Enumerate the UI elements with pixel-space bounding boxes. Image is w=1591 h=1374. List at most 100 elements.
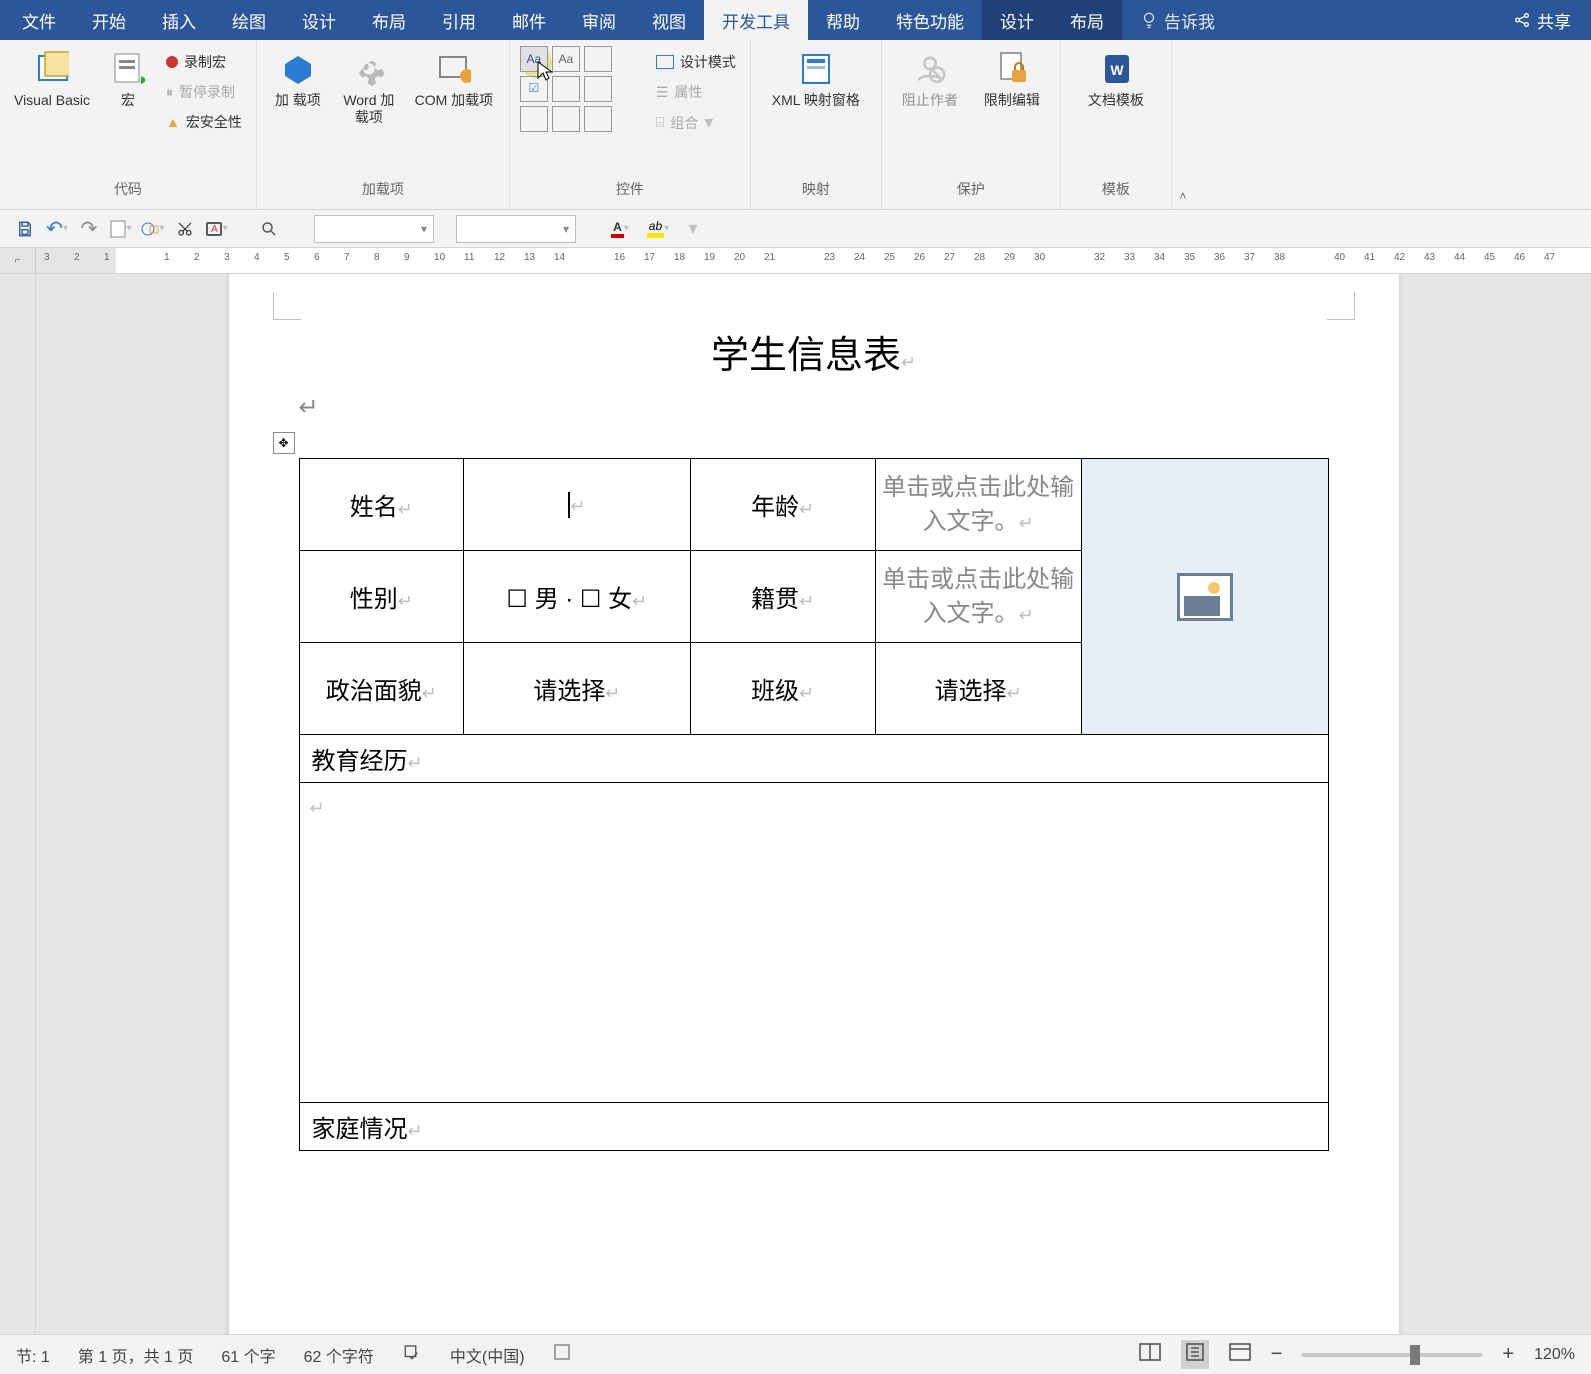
picture-content-control[interactable] [1082, 467, 1328, 727]
combo-control-icon[interactable] [552, 76, 580, 102]
xml-mapping-button[interactable]: XML 映射窗格 [761, 46, 871, 115]
tab-special[interactable]: 特色功能 [878, 0, 982, 40]
table-move-handle[interactable]: ✥ [273, 432, 295, 454]
qat-find-button[interactable] [256, 216, 282, 242]
zoom-level[interactable]: 120% [1534, 1346, 1575, 1364]
tab-home[interactable]: 开始 [74, 0, 144, 40]
qat-new-button[interactable]: ▾ [108, 216, 134, 242]
qat-textbox-button[interactable]: A▾ [204, 216, 230, 242]
qat-more-button[interactable]: ▾ [680, 216, 706, 242]
picture-control-icon[interactable] [584, 46, 612, 72]
highlight-button[interactable]: ab▾ [642, 217, 674, 241]
tab-table-layout[interactable]: 布局 [1052, 0, 1122, 40]
age-placeholder[interactable]: 单击或点击此处输入文字。↵ [876, 471, 1081, 538]
print-layout-button[interactable] [1181, 1340, 1209, 1369]
table-row: 家庭情况↵ [299, 1103, 1328, 1151]
document-scroll[interactable]: 学生信息表↵ ↵ ✥ 姓名↵ ↵ 年龄↵ 单击或点击此处输入文字。↵ [36, 274, 1591, 1334]
tab-layout[interactable]: 布局 [354, 0, 424, 40]
redo-button[interactable]: ↷ [76, 216, 102, 242]
properties-button: ☰属性 [652, 80, 740, 104]
group-icon: ⌸ [656, 114, 664, 131]
horizontal-ruler[interactable]: ⌐ 32112345678910111213141617181920212324… [0, 248, 1591, 274]
design-mode-icon [656, 55, 674, 69]
lightbulb-icon [1140, 11, 1158, 29]
design-mode-button[interactable]: 设计模式 [652, 50, 740, 74]
record-macro-button[interactable]: 录制宏 [162, 50, 246, 74]
tab-mailings[interactable]: 邮件 [494, 0, 564, 40]
vertical-ruler[interactable] [0, 274, 36, 1334]
restrict-icon [996, 50, 1028, 88]
status-words[interactable]: 61 个字 [221, 1343, 275, 1367]
plain-text-control-icon[interactable]: Aa [552, 46, 580, 72]
read-mode-button[interactable] [1139, 1343, 1161, 1366]
group-control-label: 组合 [670, 113, 698, 133]
status-chars[interactable]: 62 个字符 [304, 1343, 374, 1367]
tab-draw[interactable]: 绘图 [214, 0, 284, 40]
word-addins-button[interactable]: Word 加载项 [335, 46, 403, 132]
collapse-ribbon-button[interactable]: ˄ [1172, 40, 1194, 209]
label-family: 家庭情况 [312, 1116, 408, 1143]
warning-icon: ▲ [166, 114, 180, 130]
tab-table-design[interactable]: 设计 [982, 0, 1052, 40]
undo-button[interactable]: ↶▾ [44, 216, 70, 242]
status-section[interactable]: 节: 1 [16, 1343, 50, 1367]
label-origin: 籍贯 [751, 586, 799, 613]
tab-insert[interactable]: 插入 [144, 0, 214, 40]
tab-file[interactable]: 文件 [4, 0, 74, 40]
repeating-control-icon[interactable] [552, 106, 580, 132]
zoom-slider[interactable] [1302, 1353, 1482, 1357]
macro-record-icon[interactable] [553, 1343, 571, 1366]
status-page[interactable]: 第 1 页，共 1 页 [78, 1343, 194, 1367]
document-template-button[interactable]: W 文档模板 [1071, 46, 1161, 115]
table-row: 姓名↵ ↵ 年龄↵ 单击或点击此处输入文字。↵ [299, 459, 1328, 551]
legacy-tools-icon[interactable] [584, 106, 612, 132]
font-name-combo[interactable]: ▾ [314, 215, 434, 243]
restrict-editing-button[interactable]: 限制编辑 [974, 46, 1050, 115]
sex-options[interactable]: ☐ 男 · ☐ 女 [506, 586, 632, 613]
tab-references[interactable]: 引用 [424, 0, 494, 40]
visual-basic-button[interactable]: Visual Basic [10, 46, 94, 115]
properties-icon: ☰ [656, 84, 669, 101]
addin-icon [281, 52, 315, 86]
gear-icon [352, 52, 386, 86]
page[interactable]: 学生信息表↵ ↵ ✥ 姓名↵ ↵ 年龄↵ 单击或点击此处输入文字。↵ [229, 274, 1399, 1334]
spellcheck-icon[interactable] [402, 1343, 422, 1366]
tab-design[interactable]: 设计 [284, 0, 354, 40]
zoom-slider-knob[interactable] [1410, 1345, 1420, 1365]
tab-view[interactable]: 视图 [634, 0, 704, 40]
origin-placeholder[interactable]: 单击或点击此处输入文字。↵ [876, 563, 1081, 630]
political-select[interactable]: 请选择 [533, 678, 605, 705]
block-authors-label: 阻止作者 [902, 92, 958, 109]
com-icon [437, 52, 471, 86]
content-controls-gallery[interactable]: Aa Aa ☑ [520, 46, 612, 132]
tab-help[interactable]: 帮助 [808, 0, 878, 40]
dropdown-control-icon[interactable] [584, 76, 612, 102]
font-color-button[interactable]: A▾ [604, 217, 636, 241]
tab-developer[interactable]: 开发工具 [704, 0, 808, 40]
macros-button[interactable]: 宏 [100, 46, 156, 115]
student-info-table[interactable]: 姓名↵ ↵ 年龄↵ 单击或点击此处输入文字。↵ 性别↵ ☐ 男 · ☐ 女↵ [299, 458, 1329, 1151]
tab-review[interactable]: 审阅 [564, 0, 634, 40]
ruler-corner[interactable]: ⌐ [0, 248, 36, 273]
qat-insert-button[interactable]: ▾ [140, 216, 166, 242]
document-title: 学生信息表↵ [299, 324, 1329, 379]
zoom-in-button[interactable]: + [1502, 1343, 1514, 1366]
group-template: W 文档模板 模板 [1061, 40, 1172, 209]
qat-cut-button[interactable] [172, 216, 198, 242]
class-select[interactable]: 请选择 [935, 678, 1007, 705]
education-content[interactable]: ↵ [310, 798, 325, 818]
share-button[interactable]: 共享 [1513, 8, 1571, 33]
macro-security-button[interactable]: ▲宏安全性 [162, 110, 246, 134]
addins-button[interactable]: 加 载项 [267, 46, 329, 115]
save-button[interactable] [12, 216, 38, 242]
xml-pane-icon [799, 51, 833, 87]
zoom-out-button[interactable]: − [1271, 1343, 1283, 1366]
tell-me[interactable]: 告诉我 [1122, 0, 1233, 40]
font-color-icon: A [611, 220, 624, 238]
date-control-icon[interactable] [520, 106, 548, 132]
label-name: 姓名 [350, 494, 398, 521]
web-layout-button[interactable] [1229, 1343, 1251, 1366]
com-addins-button[interactable]: COM 加载项 [409, 46, 499, 115]
font-size-combo[interactable]: ▾ [456, 215, 576, 243]
status-language[interactable]: 中文(中国) [450, 1343, 525, 1367]
